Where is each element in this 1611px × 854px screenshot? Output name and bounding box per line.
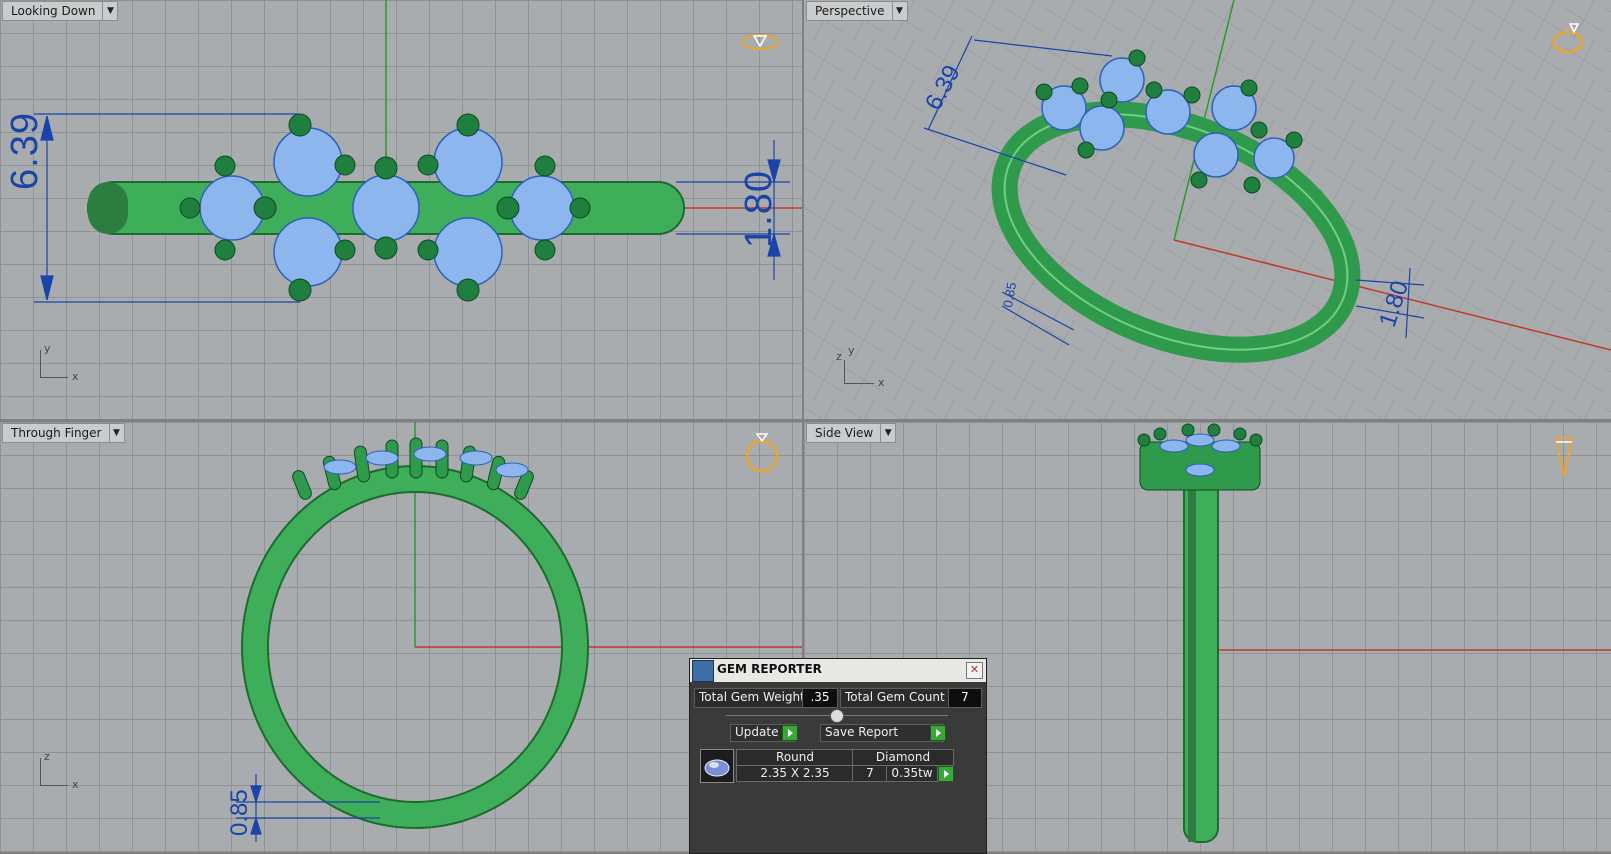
dropdown-arrow-icon[interactable]: ▼ bbox=[880, 424, 895, 442]
gem-reporter-header[interactable]: GEM REPORTER ✕ bbox=[690, 659, 986, 682]
ring-view-icon bbox=[742, 430, 782, 474]
gem-reporter-title: GEM REPORTER bbox=[717, 662, 822, 676]
dropdown-arrow-icon[interactable]: ▼ bbox=[102, 2, 117, 20]
viewport-title-label: Through Finger bbox=[11, 426, 102, 440]
axis-x-label: x bbox=[878, 376, 885, 389]
axis-x-label: x bbox=[72, 370, 79, 383]
viewport-title-label: Looking Down bbox=[11, 4, 96, 18]
viewport-title[interactable]: Perspective ▼ bbox=[806, 1, 908, 21]
ring-view-icon bbox=[1548, 20, 1588, 56]
update-button-label: Update bbox=[735, 725, 779, 739]
ring-front-view bbox=[236, 422, 802, 842]
total-gem-weight-label: Total Gem Weight bbox=[694, 688, 810, 708]
play-icon[interactable] bbox=[930, 725, 946, 741]
viewport-through-finger[interactable]: Through Finger ▼ 0.85 z x bbox=[0, 422, 802, 852]
viewport-title[interactable]: Looking Down ▼ bbox=[2, 1, 119, 21]
axis-y-label: y bbox=[848, 344, 855, 357]
gem-shape: Round bbox=[736, 749, 854, 766]
axis-z-label: z bbox=[836, 350, 842, 363]
axis-x-label: x bbox=[72, 778, 79, 791]
ring-perspective-view bbox=[923, 0, 1611, 363]
axis-gizmo: z y x bbox=[836, 344, 900, 394]
total-gem-count-label: Total Gem Count bbox=[840, 688, 950, 708]
save-report-button[interactable]: Save Report bbox=[820, 724, 944, 742]
viewport-perspective[interactable]: Perspective ▼ 6.39 1.80 0.85 z y x bbox=[804, 0, 1611, 419]
dimension-width-label: 6.39 bbox=[4, 112, 46, 190]
dropdown-arrow-icon[interactable]: ▼ bbox=[108, 424, 124, 442]
diamond-view-icon bbox=[1552, 434, 1576, 482]
save-report-button-label: Save Report bbox=[825, 725, 899, 739]
viewport-looking-down[interactable]: Looking Down ▼ 6.39 1.80 y x bbox=[0, 0, 802, 419]
gem-thumbnail bbox=[700, 749, 734, 783]
gem-material: Diamond bbox=[852, 749, 954, 766]
viewport-title[interactable]: Side View ▼ bbox=[806, 423, 897, 443]
gem-reporter-panel: GEM REPORTER ✕ Total Gem Weight .35 Tota… bbox=[689, 658, 987, 854]
viewport-title[interactable]: Through Finger ▼ bbox=[2, 423, 125, 443]
axis-y-label: y bbox=[44, 342, 51, 355]
gem-row[interactable]: Round Diamond 2.35 X 2.35 7 0.35tw bbox=[700, 749, 962, 783]
viewport-title-label: Perspective bbox=[815, 4, 885, 18]
total-gem-weight-field[interactable]: .35 bbox=[802, 688, 838, 708]
dimension-height-label: 1.80 bbox=[738, 170, 780, 248]
dropdown-arrow-icon[interactable]: ▼ bbox=[891, 2, 907, 20]
collapse-handle[interactable] bbox=[830, 709, 844, 723]
close-icon[interactable]: ✕ bbox=[966, 662, 983, 679]
total-gem-count-field[interactable]: 7 bbox=[948, 688, 982, 708]
gem-icon bbox=[692, 660, 714, 682]
diamond-view-icon bbox=[740, 30, 780, 52]
gem-count: 7 bbox=[852, 765, 888, 782]
play-icon[interactable] bbox=[938, 766, 954, 782]
ring-top-view bbox=[34, 0, 802, 303]
axis-z-label: z bbox=[44, 750, 50, 763]
gem-weight: 0.35tw bbox=[886, 765, 938, 782]
dimension-thickness-label: 0.85 bbox=[226, 789, 253, 836]
gem-size: 2.35 X 2.35 bbox=[736, 765, 854, 782]
play-icon[interactable] bbox=[782, 725, 798, 741]
axis-gizmo: z x bbox=[36, 750, 86, 794]
axis-gizmo: y x bbox=[36, 342, 86, 386]
viewport-title-label: Side View bbox=[815, 426, 874, 440]
